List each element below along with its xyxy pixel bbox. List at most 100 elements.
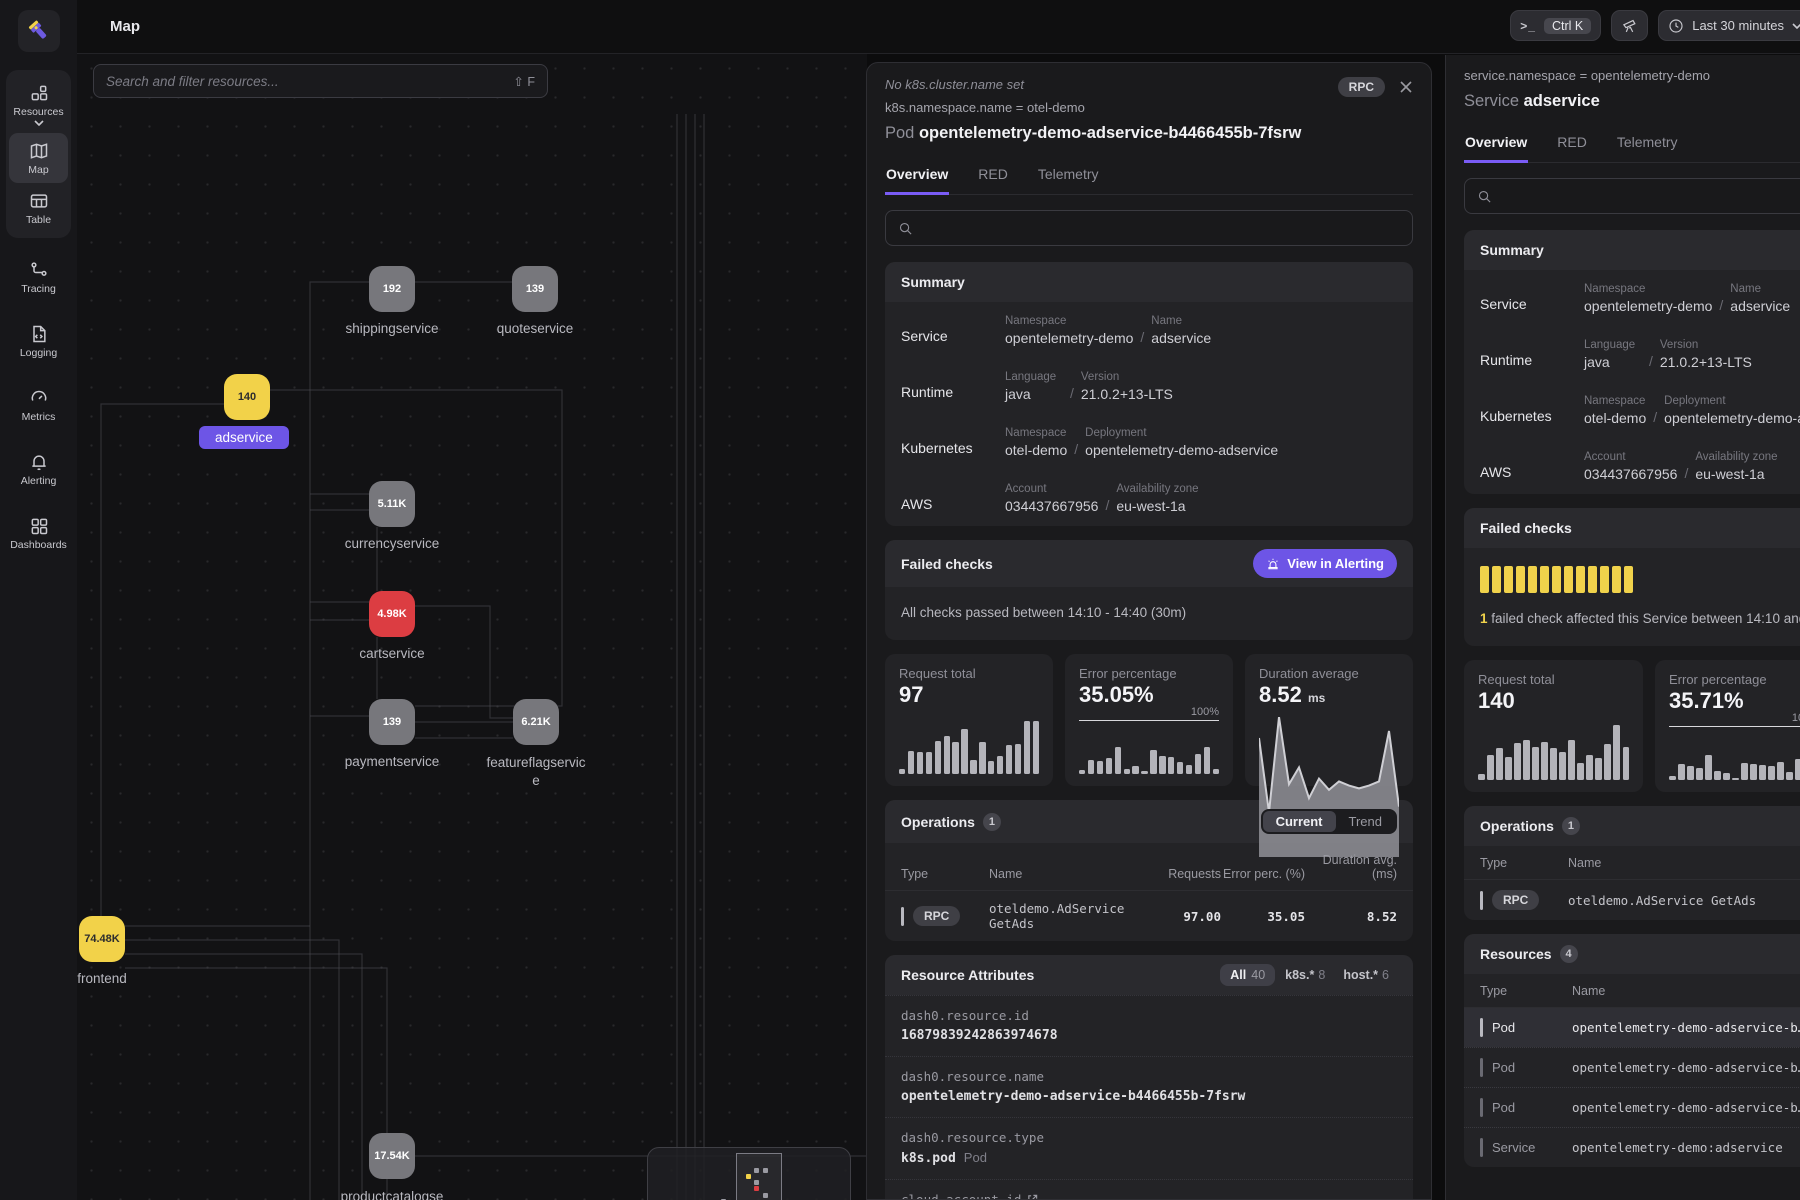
sidebar-item-label: Map <box>28 164 48 176</box>
pod-panel-search[interactable] <box>885 210 1413 246</box>
summary-card: Summary Service Namespaceopentelemetry-d… <box>885 262 1413 526</box>
toggle-current[interactable]: Current <box>1263 811 1336 832</box>
explore-button[interactable] <box>1611 10 1648 41</box>
attribute-item[interactable]: dash0.resource.name opentelemetry-demo-a… <box>885 1056 1413 1117</box>
row-indicator <box>1480 1098 1483 1117</box>
node-value: 4.98K <box>377 608 406 620</box>
pod-title: Pod opentelemetry-demo-adservice-b446645… <box>885 124 1301 143</box>
time-range-picker[interactable]: Last 30 minutes <box>1658 10 1800 41</box>
tab-overview[interactable]: Overview <box>1464 127 1528 163</box>
attribute-item[interactable]: dash0.resource.type k8s.podPod <box>885 1117 1413 1179</box>
request-total-chart <box>1478 723 1629 781</box>
resource-row[interactable]: Pod opentelemetry-demo-adservice-b… <box>1464 1087 1800 1127</box>
error-percentage-card: Error percentage 35.05% 100% <box>1065 654 1233 786</box>
map-node-featureflagservice[interactable]: 6.21K <box>513 699 559 745</box>
request-total-chart <box>899 717 1039 775</box>
view-in-alerting-button[interactable]: View in Alerting <box>1253 549 1397 578</box>
failed-checks-message: 1 failed check affected this Service bet… <box>1464 593 1800 646</box>
minimap-viewport[interactable] <box>736 1153 782 1200</box>
tracing-icon <box>29 260 49 280</box>
logging-icon <box>29 324 49 344</box>
sidebar-item-alerting[interactable]: Alerting <box>6 444 71 494</box>
summary-row-service: Service Namespaceopentelemetry-demo / Na… <box>885 302 1413 358</box>
resource-row[interactable]: Pod opentelemetry-demo-adservice-b… 4 <box>1464 1047 1800 1087</box>
telescope-icon <box>1621 17 1638 34</box>
tab-telemetry[interactable]: Telemetry <box>1616 127 1679 162</box>
sidebar-item-logging[interactable]: Logging <box>6 316 71 366</box>
resource-attributes-heading: Resource Attributes <box>901 967 1034 983</box>
operation-row[interactable]: RPC oteldemo.AdService GetAds 140 <box>1464 879 1800 920</box>
rpc-type-badge: RPC <box>1492 890 1539 910</box>
service-namespace-filter: service.namespace = opentelemetry-demo <box>1464 68 1800 83</box>
map-node-frontend[interactable]: 74.48K <box>79 916 125 962</box>
operations-count: 1 <box>983 813 1001 831</box>
row-indicator <box>1480 891 1483 910</box>
sidebar-item-table[interactable]: Table <box>9 183 68 233</box>
resource-row-selected[interactable]: Pod opentelemetry-demo-adservice-b… 97 <box>1464 1007 1800 1047</box>
error-percentage-card: Error percentage 35.71% 100% <box>1655 660 1800 792</box>
minimap-dot-selected <box>746 1174 751 1179</box>
minimap-dot <box>763 1193 768 1198</box>
resource-name: opentelemetry-demo-adservice-b4466455b-7… <box>919 124 1301 142</box>
top-header: Map >_ Ctrl K Last 30 minutes <box>77 0 1800 54</box>
attribute-item[interactable]: cloud.account.id 034437667956 <box>885 1179 1413 1200</box>
pod-panel-search-input[interactable] <box>922 221 1400 236</box>
node-value: 74.48K <box>84 933 119 945</box>
map-search-box[interactable]: ⇧ F <box>93 64 548 98</box>
map-node-productcatalogservice[interactable]: 17.54K <box>369 1133 415 1179</box>
sidebar-item-tracing[interactable]: Tracing <box>6 252 71 302</box>
node-label-paymentservice: paymentservice <box>317 754 467 769</box>
service-map[interactable]: ⇧ F <box>77 54 867 1200</box>
map-node-cartservice[interactable]: 4.98K <box>369 591 415 637</box>
tab-red[interactable]: RED <box>977 159 1009 194</box>
chip-all[interactable]: All40 <box>1220 964 1275 986</box>
error-percentage-chart <box>1669 735 1800 781</box>
minimap[interactable] <box>647 1147 851 1200</box>
resource-row[interactable]: Service opentelemetry-demo:adservice <box>1464 1127 1800 1167</box>
sidebar-item-label: Dashboards <box>10 539 67 551</box>
sidebar-item-resources[interactable]: Resources <box>9 75 68 133</box>
operation-name: oteldemo.AdService GetAds <box>1568 893 1800 908</box>
ctrl-k-shortcut: Ctrl K <box>1544 18 1591 34</box>
alerting-icon <box>29 452 49 472</box>
operation-row[interactable]: RPC oteldemo.AdService GetAds 97.00 35.0… <box>885 890 1413 941</box>
map-node-adservice[interactable]: 140 <box>224 374 270 420</box>
sidebar-item-metrics[interactable]: Metrics <box>6 380 71 430</box>
rpc-type-badge: RPC <box>913 906 960 926</box>
app-logo[interactable] <box>18 10 60 52</box>
failed-checks-strip <box>1464 548 1800 593</box>
failed-checks-message: All checks passed between 14:10 - 14:40 … <box>885 587 1413 640</box>
resource-name: opentelemetry-demo-adservice-b… <box>1572 1060 1800 1075</box>
node-label-quoteservice: quoteservice <box>460 321 610 336</box>
attribute-filter-chips: All40 k8s.*8 host.*6 <box>1220 964 1397 986</box>
map-node-quoteservice[interactable]: 139 <box>512 266 558 312</box>
tab-telemetry[interactable]: Telemetry <box>1037 159 1100 194</box>
service-detail-panel: service.namespace = opentelemetry-demo S… <box>1445 55 1800 1200</box>
sidebar-item-label: Resources <box>13 106 63 118</box>
sidebar-item-dashboards[interactable]: Dashboards <box>6 508 71 558</box>
selected-node-pill[interactable]: adservice <box>199 426 289 449</box>
tab-overview[interactable]: Overview <box>885 159 949 195</box>
map-node-paymentservice[interactable]: 139 <box>369 699 415 745</box>
service-panel-search-input[interactable] <box>1501 189 1800 204</box>
chip-host[interactable]: host.*6 <box>1335 964 1397 986</box>
attribute-item[interactable]: dash0.resource.id 16879839242863974678 <box>885 995 1413 1056</box>
service-tabs: Overview RED Telemetry <box>1464 127 1800 163</box>
minimap-dot-error <box>754 1186 759 1191</box>
sidebar-item-map[interactable]: Map <box>9 133 68 183</box>
tab-red[interactable]: RED <box>1556 127 1588 162</box>
toggle-trend[interactable]: Trend <box>1336 811 1395 832</box>
summary-heading: Summary <box>1480 242 1544 258</box>
map-node-currencyservice[interactable]: 5.11K <box>369 481 415 527</box>
request-total-card: Request total 97 <box>885 654 1053 786</box>
map-search-input[interactable] <box>106 74 505 89</box>
service-panel-search[interactable] <box>1464 178 1800 214</box>
chip-k8s[interactable]: k8s.*8 <box>1277 964 1333 986</box>
map-node-shippingservice[interactable]: 192 <box>369 266 415 312</box>
command-palette-button[interactable]: >_ Ctrl K <box>1510 10 1601 41</box>
node-value: 140 <box>238 391 256 403</box>
close-panel-button[interactable] <box>1399 80 1413 94</box>
close-icon <box>1399 80 1413 94</box>
clock-icon <box>1668 18 1684 34</box>
operations-heading: Operations <box>901 814 975 830</box>
